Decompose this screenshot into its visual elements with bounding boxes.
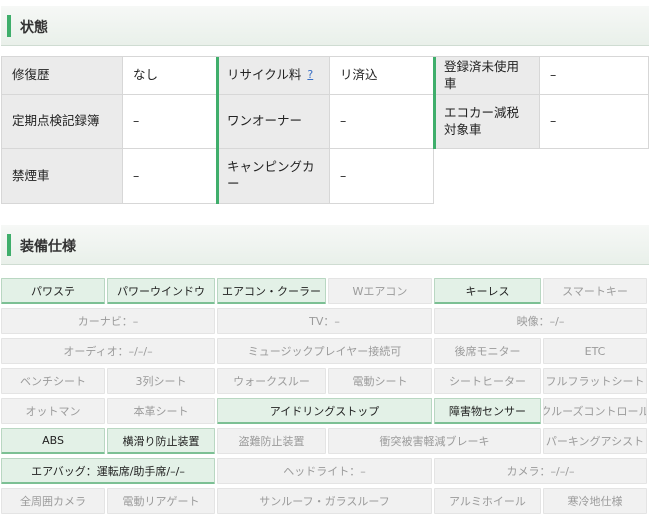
equipment-chip: 後席モニター	[434, 338, 541, 364]
status-value-one-owner: –	[330, 95, 434, 149]
equipment-chip: 衝突被害軽減ブレーキ	[328, 428, 541, 454]
equipment-section-header: 装備仕様	[1, 225, 649, 265]
equipment-chip: フルフラットシート	[543, 368, 647, 394]
status-value-unused-registered: –	[540, 57, 649, 95]
equipment-chip: スマートキー	[543, 278, 647, 304]
equipment-chip: 横滑り防止装置	[107, 428, 215, 454]
equipment-chip: 3列シート	[107, 368, 215, 394]
equipment-chip: 障害物センサー	[434, 398, 541, 424]
equipment-chip: パーキングアシスト	[543, 428, 647, 454]
equipment-chip: パワーウインドウ	[107, 278, 215, 304]
equipment-chip: オーディオ：–/–/–	[1, 338, 215, 364]
equipment-section-title: 装備仕様	[20, 239, 76, 255]
equipment-chip: ABS	[1, 428, 105, 454]
equipment-chip: ベンチシート	[1, 368, 105, 394]
equipment-chip: Wエアコン	[328, 278, 432, 304]
equipment-chip: キーレス	[434, 278, 541, 304]
equipment-chip: クルーズコントロール	[543, 398, 647, 424]
equipment-chip: アイドリングストップ	[217, 398, 432, 424]
equipment-chip: エアバッグ：運転席/助手席/–/–	[1, 458, 215, 484]
recycle-fee-label-text: リサイクル料	[227, 67, 302, 83]
status-label-unused-registered: 登録済未使用車	[434, 57, 540, 95]
equipment-chip: 本革シート	[107, 398, 215, 424]
column-divider	[216, 57, 219, 204]
equipment-chip: 盗難防止装置	[217, 428, 326, 454]
status-table: 修復歴 なし リサイクル料 ? リ済込 登録済未使用車 – 定期点検記録簿 – …	[1, 56, 649, 204]
equipment-chip: ETC	[543, 338, 647, 364]
status-label-non-smoking: 禁煙車	[2, 149, 123, 204]
section-accent-bar	[7, 15, 11, 37]
equipment-chip: エアコン・クーラー	[217, 278, 326, 304]
status-value-non-smoking: –	[123, 149, 217, 204]
equipment-chip: カメラ：–/–/–	[434, 458, 647, 484]
recycle-fee-help-link[interactable]: ?	[307, 68, 313, 83]
status-section-title: 状態	[20, 20, 48, 36]
equipment-chip: カーナビ：–	[1, 308, 215, 334]
equipment-chip: ヘッドライト：–	[217, 458, 432, 484]
status-label-recycle-fee: リサイクル料 ?	[217, 57, 330, 95]
status-label-camping-car: キャンピングカー	[217, 149, 330, 204]
equipment-chip: 映像：–/–	[434, 308, 647, 334]
status-value-eco-car-tax: –	[540, 95, 649, 149]
status-label-eco-car-tax: エコカー減税対象車	[434, 95, 540, 149]
status-label-one-owner: ワンオーナー	[217, 95, 330, 149]
equipment-chip: 全周囲カメラ	[1, 488, 105, 514]
status-value-inspection-record: –	[123, 95, 217, 149]
status-value-recycle-fee: リ済込	[330, 57, 434, 95]
equipment-chip: アルミホイール	[434, 488, 541, 514]
equipment-chip: ミュージックプレイヤー接続可	[217, 338, 432, 364]
status-value-camping-car: –	[330, 149, 434, 204]
section-accent-bar	[7, 234, 11, 256]
column-divider	[433, 57, 436, 149]
equipment-chip: オットマン	[1, 398, 105, 424]
status-value-repair-history: なし	[123, 57, 217, 95]
equipment-chip: パワステ	[1, 278, 105, 304]
status-section-header: 状態	[1, 6, 649, 46]
equipment-chip: サンルーフ・ガラスルーフ	[217, 488, 432, 514]
equipment-chip: シートヒーター	[434, 368, 541, 394]
equipment-chip: 電動リアゲート	[107, 488, 215, 514]
status-label-inspection-record: 定期点検記録簿	[2, 95, 123, 149]
equipment-chip: 寒冷地仕様	[543, 488, 647, 514]
equipment-chip: 電動シート	[328, 368, 432, 394]
equipment-chip: ウォークスルー	[217, 368, 326, 394]
status-label-repair-history: 修復歴	[2, 57, 123, 95]
equipment-chip: TV：–	[217, 308, 432, 334]
